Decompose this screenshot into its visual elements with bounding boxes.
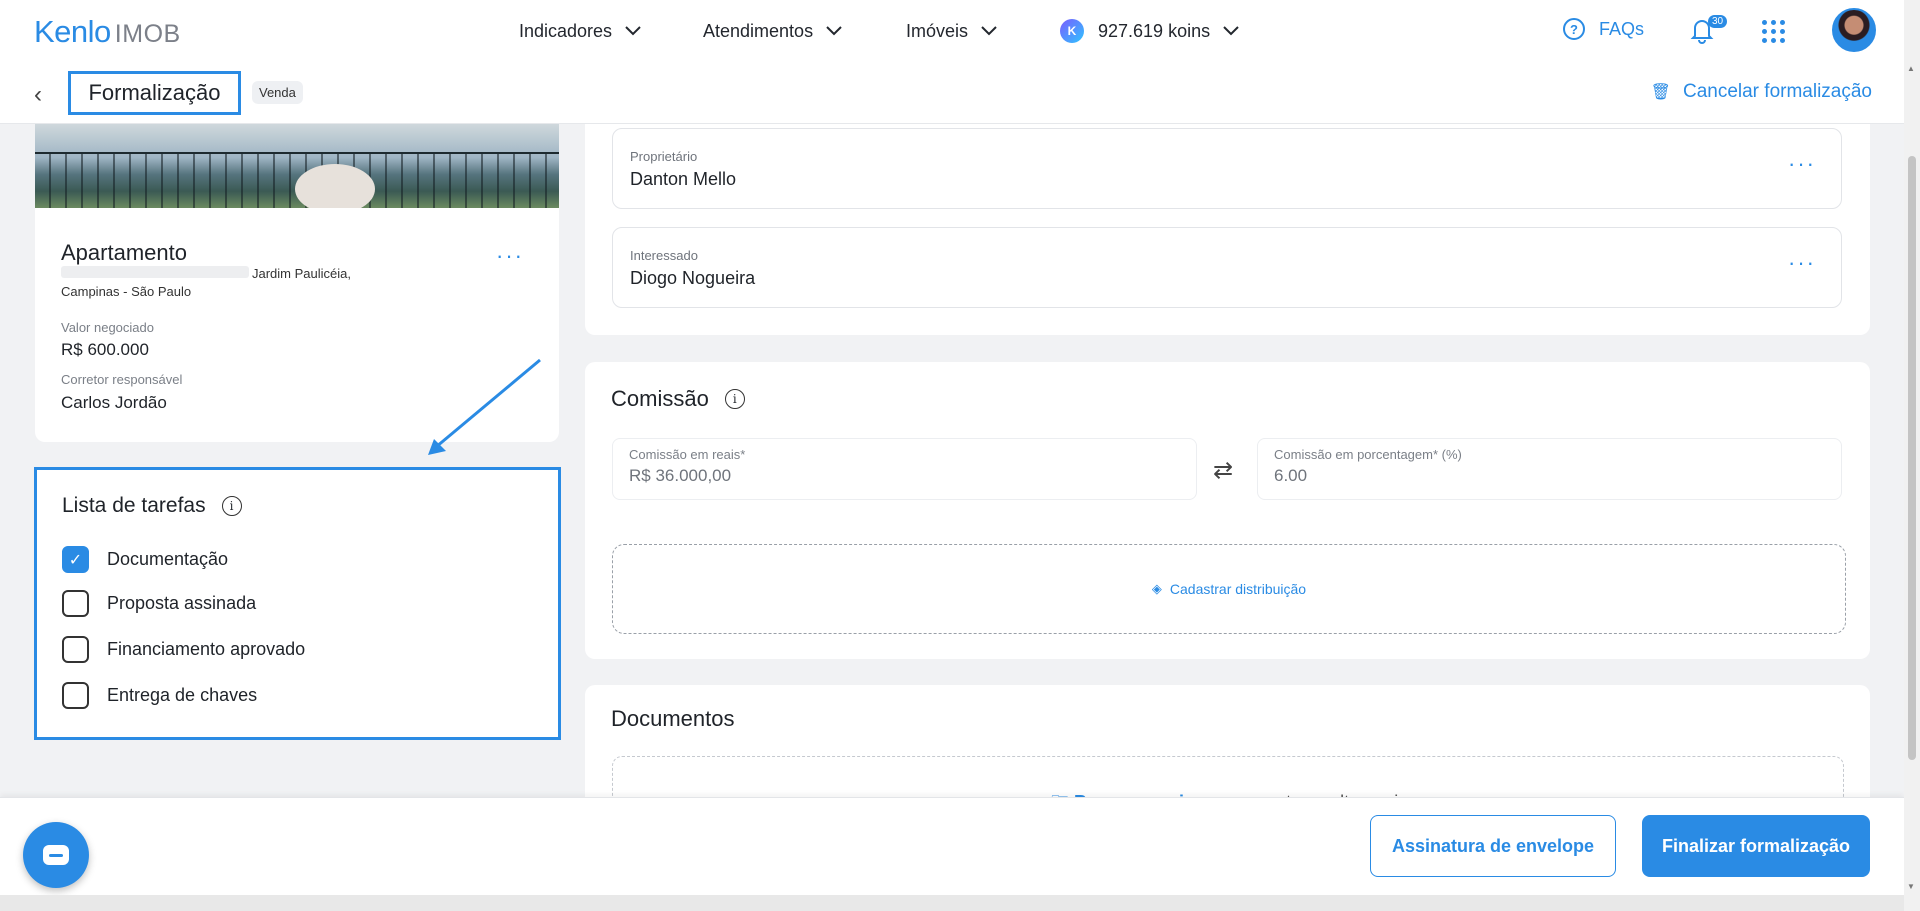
scroll-up-icon[interactable]: ▲ [1907,64,1915,73]
nav-atendimentos-label: Atendimentos [703,20,814,41]
corretor-value: Carlos Jordão [61,393,167,412]
scrollbar-thumb[interactable] [1908,156,1916,760]
question-icon: ? [1563,18,1585,40]
nav-imoveis[interactable]: Imóveis [906,0,998,62]
chat-icon [43,845,69,865]
finish-formalization-button[interactable]: Finalizar formalização [1642,815,1870,877]
commission-percent-value: 6.00 [1274,466,1308,485]
commission-reais-input[interactable]: Comissão em reais* R$ 36.000,00 [612,438,1197,500]
faq-link[interactable]: ? FAQs [1563,18,1644,40]
register-distribution-button[interactable]: ◈ Cadastrar distribuição [612,544,1846,634]
property-title: Apartamento [61,240,187,265]
more-options-icon[interactable]: ··· [496,243,524,269]
task-label: Financiamento aprovado [107,639,306,659]
owner-value: Danton Mello [630,169,737,189]
interested-label: Interessado [630,248,698,263]
task-item-entrega[interactable]: Entrega de chaves [62,682,257,709]
corretor-label: Corretor responsável [61,372,183,387]
nav-imoveis-label: Imóveis [906,20,969,41]
checkbox-checked[interactable]: ✓ [62,546,89,573]
valor-value: R$ 600.000 [61,340,149,359]
nav-koins[interactable]: K 927.619 koins [1060,0,1240,62]
status-badge: Venda [252,81,303,104]
koin-icon: K [1060,19,1084,43]
commission-percent-label: Comissão em porcentagem* (%) [1274,447,1462,462]
layers-icon: ◈ [1151,581,1162,596]
swap-arrows-icon[interactable]: ⇄ [1213,456,1233,485]
more-options-icon[interactable]: ··· [1788,151,1816,177]
page-title: Formalização [68,71,241,115]
nav-atendimentos[interactable]: Atendimentos [703,0,843,62]
trash-icon: 🗑 [1650,84,1671,101]
commission-header: Comissão i [611,386,745,412]
task-item-financiamento[interactable]: Financiamento aprovado [62,636,305,663]
commission-title: Comissão [611,386,709,411]
cancel-formalization-button[interactable]: 🗑 Cancelar formalização [1651,81,1872,103]
nav-indicadores-label: Indicadores [519,20,613,41]
notification-badge: 30 [1708,15,1728,28]
interested-field[interactable]: Interessado Diogo Nogueira ··· [612,227,1842,308]
task-label: Proposta assinada [107,593,257,613]
faq-label: FAQs [1599,18,1645,39]
commission-reais-value: R$ 36.000,00 [629,466,732,485]
nav-indicadores[interactable]: Indicadores [519,0,642,62]
page-header: ‹ Formalização Venda 🗑 Cancelar formaliz… [0,62,1904,124]
annotation-arrow [428,358,541,455]
info-icon[interactable]: i [221,496,242,516]
commission-reais-label: Comissão em reais* [629,447,746,462]
koins-balance: 927.619 koins [1098,20,1211,41]
blurred-address [61,266,249,278]
footer-bar [0,797,1904,895]
task-list-header: Lista de tarefas i [62,494,242,518]
task-item-proposta[interactable]: Proposta assinada [62,590,256,617]
documents-title: Documentos [611,706,735,731]
kenlo-logo[interactable]: Kenlo IMOB [34,14,181,50]
property-city: Campinas - São Paulo [61,284,192,299]
chat-button[interactable] [23,822,89,888]
top-bar: Kenlo IMOB Indicadores Atendimentos Imóve… [0,0,1904,62]
task-label: Documentação [107,549,229,569]
owner-field[interactable]: Proprietário Danton Mello ··· [612,128,1842,209]
commission-percent-input[interactable]: Comissão em porcentagem* (%) 6.00 [1257,438,1842,500]
task-label: Entrega de chaves [107,685,258,705]
task-item-documentacao[interactable]: ✓ Documentação [62,546,228,573]
owner-label: Proprietário [630,149,698,164]
task-list-title: Lista de tarefas [62,494,206,517]
interested-value: Diogo Nogueira [630,268,756,288]
avatar[interactable] [1832,8,1876,52]
task-list: Lista de tarefas i ✓ Documentação Propos… [34,467,561,740]
envelope-signature-button[interactable]: Assinatura de envelope [1370,815,1616,877]
chevron-down-icon [625,26,641,36]
info-icon[interactable]: i [724,389,745,409]
horizontal-scrollbar[interactable] [0,895,1904,911]
checkbox[interactable] [62,682,89,709]
valor-label: Valor negociado [61,320,154,335]
property-photo [35,124,559,208]
logo-main: Kenlo [34,14,111,49]
logo-sub: IMOB [114,20,181,48]
back-arrow-icon[interactable]: ‹ [34,81,42,109]
property-address: Jardim Paulicéia, [252,266,351,281]
scroll-down-icon[interactable]: ▼ [1907,882,1915,891]
checkbox[interactable] [62,636,89,663]
more-options-icon[interactable]: ··· [1788,250,1816,276]
checkbox[interactable] [62,590,89,617]
chevron-down-icon [1223,26,1239,36]
register-distribution-label: Cadastrar distribuição [1169,581,1307,597]
apps-grid-icon[interactable] [1762,20,1785,43]
chevron-down-icon [981,26,997,36]
chevron-down-icon [826,26,842,36]
cancel-formalization-label: Cancelar formalização [1682,81,1872,102]
